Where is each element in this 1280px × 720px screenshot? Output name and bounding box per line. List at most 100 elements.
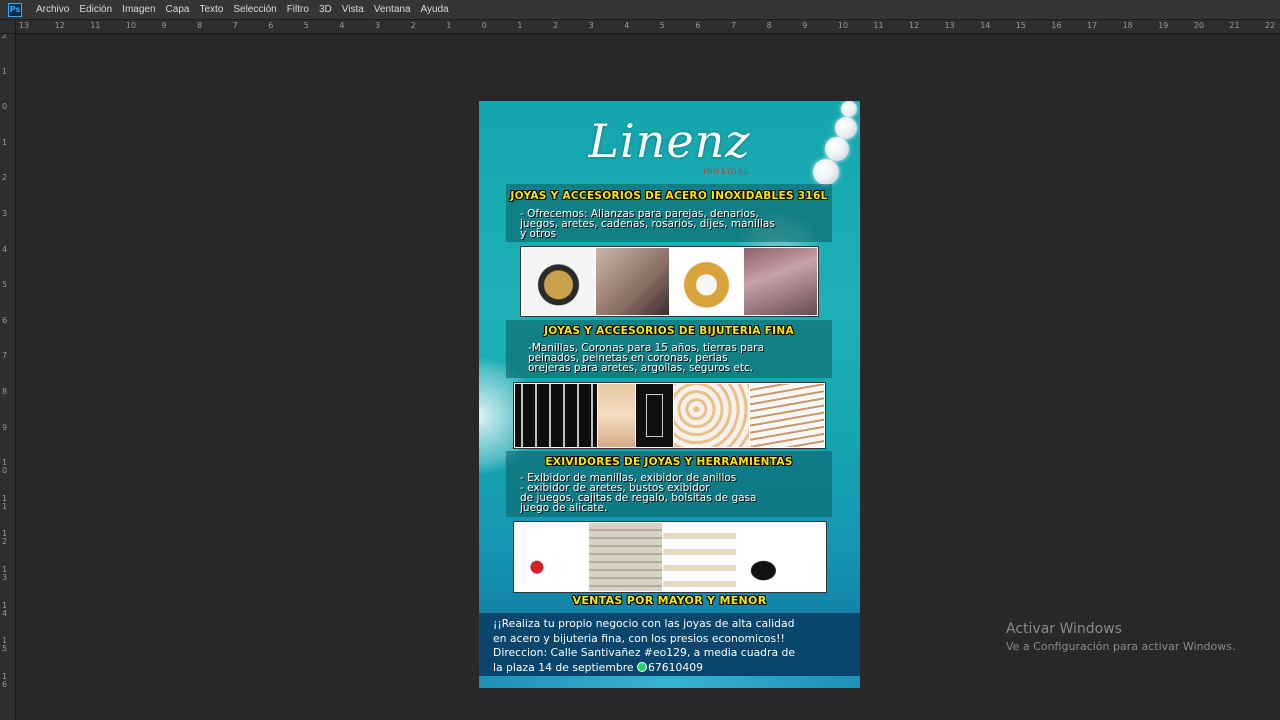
footer-line-2: en acero y bijuteria fina, con los presi… xyxy=(493,631,785,645)
ruler-tick-label: 13 xyxy=(2,565,8,582)
ruler-tick-label: 13 xyxy=(944,21,955,30)
section-bijuteria-title: JOYAS Y ACCESORIOS DE BIJUTERIA FINA xyxy=(544,325,794,337)
wedding-rings-photo xyxy=(670,248,743,315)
ruler-tick-label: 6 xyxy=(695,21,701,30)
ruler-tick-label: 8 xyxy=(197,21,203,30)
brand-subtitle: INOXIDAL xyxy=(703,167,751,176)
bust-display-photo xyxy=(737,523,825,591)
ruler-tick-label: 6 xyxy=(2,315,8,325)
ruler-tick-label: 5 xyxy=(2,280,8,290)
ruler-tick-label: 10 xyxy=(2,458,8,476)
chains-photo xyxy=(749,384,824,447)
menu-seleccion[interactable]: Selección xyxy=(228,0,281,20)
tiaras-photo xyxy=(515,384,597,447)
ventas-banner: VENTAS POR MAYOR Y MENOR xyxy=(572,594,767,607)
menu-imagen[interactable]: Imagen xyxy=(117,0,160,20)
ruler-tick-label: 0 xyxy=(481,21,487,30)
windows-activation-watermark: Activar Windows Ve a Configuración para … xyxy=(1006,620,1236,656)
ruler-tick-label: 15 xyxy=(1015,21,1026,30)
pliers-photo xyxy=(515,523,589,591)
ring-display-photo xyxy=(589,523,663,591)
ring-photo xyxy=(522,248,595,315)
footer-band: ¡¡Realiza tu propio negocio con las joya… xyxy=(479,613,860,676)
ruler-tick-label: 17 xyxy=(1087,21,1098,30)
ruler-tick-label: 9 xyxy=(802,21,808,30)
ruler-tick-label: 7 xyxy=(232,21,238,30)
ruler-tick-label: 11 xyxy=(873,21,884,30)
ruler-tick-label: 2 xyxy=(2,173,8,183)
section-bijuteria-body: -Manillas, Coronas para 15 años, tierras… xyxy=(528,342,765,374)
footer-line-3: Direccion: Calle Santivañez #eo129, a me… xyxy=(493,646,796,659)
watermark-subtitle: Ve a Configuración para activar Windows. xyxy=(1006,640,1236,653)
document-canvas[interactable]: Linenz INOXIDAL JOYAS Y ACCESORIOS DE AC… xyxy=(479,101,860,688)
ruler-tick-label: 8 xyxy=(2,387,8,396)
ruler-tick-label: 1 xyxy=(2,137,8,147)
vertical-ruler[interactable]: 2 1 0 1 2 3 4 5 6 7 8 9 10 11 12 13 14 15 16 xyxy=(0,20,16,720)
section-bijuteria-panel: JOYAS Y ACCESORIOS DE BIJUTERIA FINA -Ma… xyxy=(506,320,832,378)
ruler-tick-label: 3 xyxy=(375,21,381,30)
whatsapp-icon xyxy=(636,661,647,672)
ruler-tick-label: 9 xyxy=(2,422,8,432)
ruler-tick-label: 5 xyxy=(303,21,309,30)
footer-line-4: la plaza 14 de septiembre xyxy=(493,660,634,674)
menu-ayuda[interactable]: Ayuda xyxy=(416,0,454,20)
pendant-photo xyxy=(596,248,669,315)
menu-ventana[interactable]: Ventana xyxy=(369,0,416,20)
ruler-tick-label: 22 xyxy=(1265,21,1276,30)
phone-number: 67610409 xyxy=(647,660,703,674)
ruler-tick-label: 1 xyxy=(446,21,452,30)
footer-line-1: ¡¡Realiza tu propio negocio con las joya… xyxy=(493,617,795,630)
ruler-tick-label: 1 xyxy=(517,21,523,30)
ruler-tick-label: 5 xyxy=(659,21,665,30)
ruler-tick-label: 7 xyxy=(2,351,8,361)
ruler-tick-label: 12 xyxy=(909,21,920,30)
menu-edicion[interactable]: Edición xyxy=(74,0,117,20)
ruler-tick-label: 11 xyxy=(90,21,101,30)
section-exhibidores-panel: EXIVIDORES DE JOYAS Y HERRAMIENTAS - Exi… xyxy=(506,451,832,517)
ruler-tick-label: 7 xyxy=(731,21,737,30)
ruler-corner[interactable] xyxy=(0,20,16,34)
sparkle-band xyxy=(479,676,860,688)
horizontal-ruler[interactable]: 13 12 11 10 9 8 7 6 5 4 3 2 1 0 1 2 3 4 5 6 7 8 9 10 11 12 13 14 15 1… xyxy=(16,20,1280,34)
ruler-tick-label: 21 xyxy=(1229,21,1240,30)
ruler-tick-label: 15 xyxy=(2,636,8,654)
brand-logo: Linenz INOXIDAL xyxy=(479,115,860,176)
ruler-tick-label: 1 xyxy=(2,66,8,76)
exhibidores-photo-strip xyxy=(513,521,827,593)
ruler-tick-label: 12 xyxy=(2,529,8,547)
ruler-tick-label: 18 xyxy=(1122,21,1133,30)
ruler-tick-label: 16 xyxy=(2,671,8,689)
menu-archivo[interactable]: Archivo xyxy=(31,0,74,20)
ruler-tick-label: 4 xyxy=(624,21,630,30)
findings-photo xyxy=(674,384,749,447)
menu-texto[interactable]: Texto xyxy=(194,0,228,20)
section-acero-panel: JOYAS Y ACCESORIOS DE ACERO INOXIDABLES … xyxy=(506,184,832,242)
ruler-tick-label: 2 xyxy=(553,21,559,30)
ruler-tick-label: 14 xyxy=(2,600,8,618)
bracelet-display-photo xyxy=(663,523,737,591)
ruler-tick-label: 11 xyxy=(2,493,8,511)
menu-vista[interactable]: Vista xyxy=(337,0,369,20)
bride-photo xyxy=(597,384,636,447)
menu-3d[interactable]: 3D xyxy=(314,0,337,20)
ruler-tick-label: 3 xyxy=(588,21,594,30)
ruler-tick-label: 2 xyxy=(410,21,416,30)
section-acero-title: JOYAS Y ACCESORIOS DE ACERO INOXIDABLES … xyxy=(510,190,828,202)
bracelets-photo xyxy=(636,384,674,447)
section-exhibidores-body: - Exibidor de manillas, exibidor de anil… xyxy=(520,472,757,514)
ruler-tick-label: 13 xyxy=(19,21,30,30)
menu-filtro[interactable]: Filtro xyxy=(282,0,314,20)
watermark-title: Activar Windows xyxy=(1006,621,1122,637)
ruler-tick-label: 3 xyxy=(2,209,8,218)
menu-capa[interactable]: Capa xyxy=(161,0,195,20)
ruler-tick-label: 9 xyxy=(161,21,167,30)
ruler-tick-label: 0 xyxy=(2,102,8,112)
ruler-tick-label: 10 xyxy=(125,21,136,30)
ruler-tick-label: 4 xyxy=(339,21,345,30)
bijuteria-photo-strip xyxy=(513,382,826,449)
section-acero-body: - Ofrecemos: Alianzas para parejas, dena… xyxy=(520,208,775,240)
photoshop-logo-icon: Ps xyxy=(8,2,22,17)
ruler-tick-label: 4 xyxy=(2,244,8,254)
section-exhibidores-title: EXIVIDORES DE JOYAS Y HERRAMIENTAS xyxy=(545,456,793,468)
ruler-tick-label: 16 xyxy=(1051,21,1062,30)
